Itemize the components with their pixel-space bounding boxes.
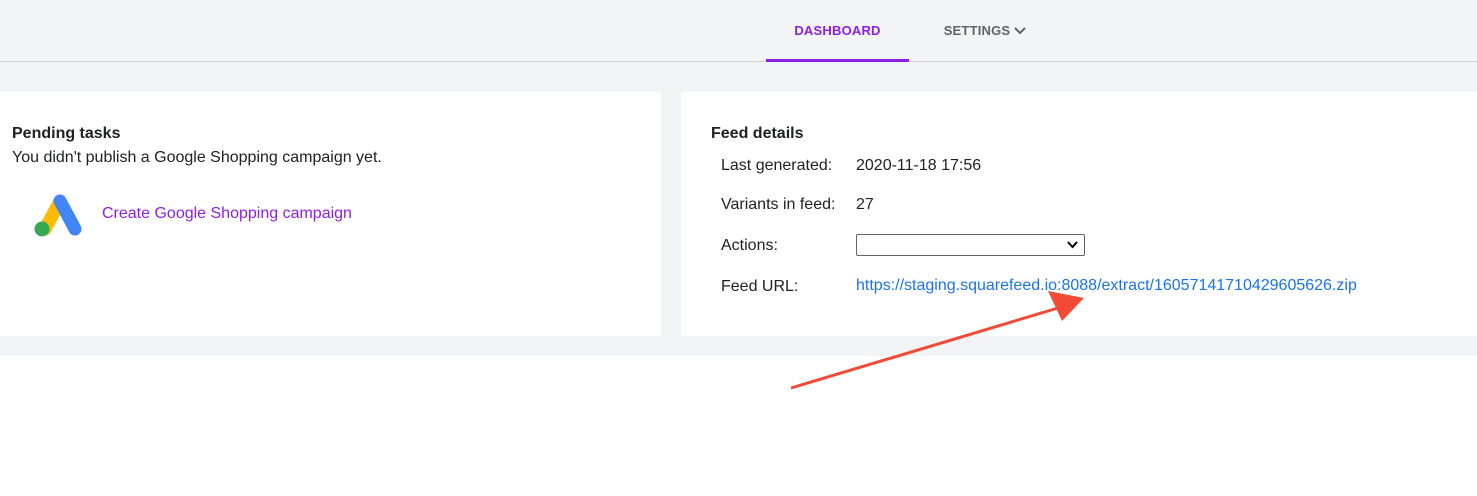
feed-url-label: Feed URL: <box>721 278 799 295</box>
variants-value: 27 <box>856 196 874 213</box>
pending-tasks-card: Pending tasks You didn't publish a Googl… <box>0 92 661 336</box>
tab-dashboard[interactable]: DASHBOARD <box>766 0 909 63</box>
feed-url-link[interactable]: https://staging.squarefeed.io:8088/extra… <box>856 277 1357 295</box>
create-shopping-campaign-link[interactable]: Create Google Shopping campaign <box>102 205 352 223</box>
chevron-down-icon <box>1014 26 1027 34</box>
actions-label: Actions: <box>721 237 778 254</box>
feed-details-title: Feed details <box>711 125 804 142</box>
variants-label: Variants in feed: <box>721 196 836 213</box>
pending-tasks-message: You didn't publish a Google Shopping cam… <box>12 149 382 166</box>
tab-settings-label: SETTINGS <box>943 23 1011 38</box>
last-generated-label: Last generated: <box>721 157 833 174</box>
actions-select[interactable] <box>856 234 1085 256</box>
tab-dashboard-label: DASHBOARD <box>794 23 881 38</box>
feed-details-card: Feed details Last generated: 2020-11-18 … <box>681 92 1477 336</box>
pending-tasks-title: Pending tasks <box>12 125 121 142</box>
last-generated-value: 2020-11-18 17:56 <box>856 157 982 174</box>
google-ads-logo-icon <box>34 194 82 237</box>
top-navigation-bar: DASHBOARD SETTINGS <box>0 0 1477 63</box>
chevron-down-icon <box>1067 241 1078 249</box>
tab-settings[interactable]: SETTINGS <box>930 0 1040 61</box>
